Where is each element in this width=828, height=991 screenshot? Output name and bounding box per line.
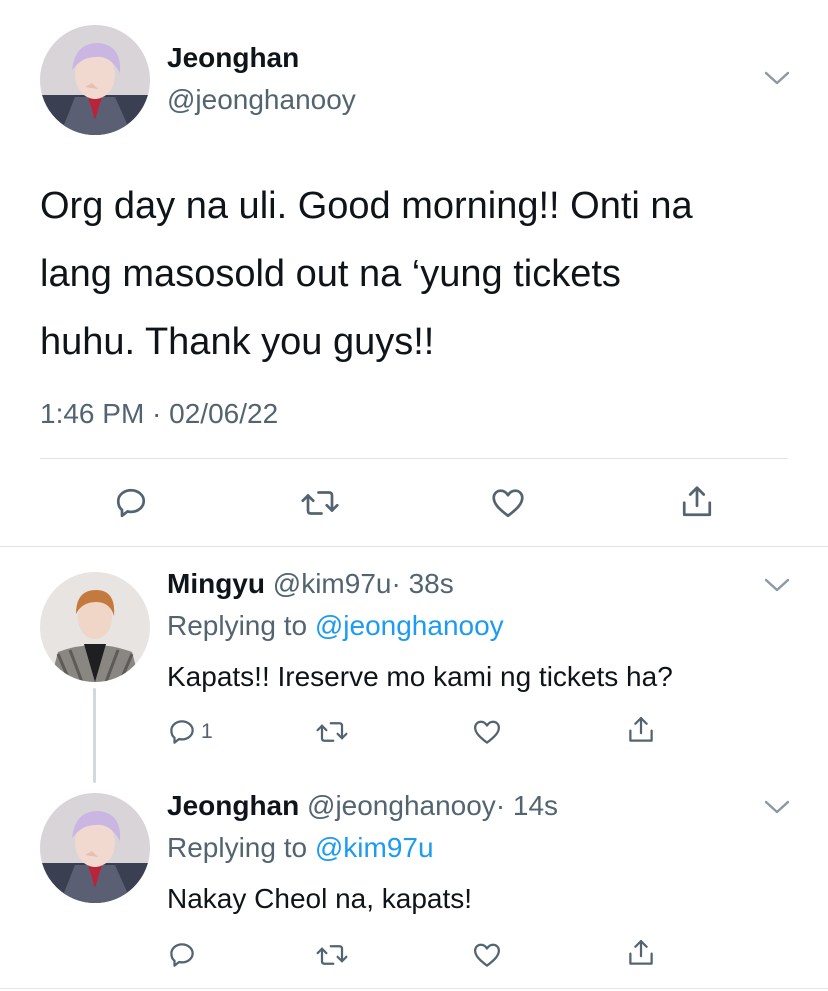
reply-icon (116, 488, 146, 518)
reply-icon (170, 720, 194, 744)
reply-button[interactable]: 1 (167, 717, 213, 747)
timestamp[interactable]: 1:46 PM · 02/06/22 (40, 398, 278, 430)
author-handle[interactable]: @jeonghanooy (307, 790, 496, 821)
replying-to-label: Replying to (167, 610, 308, 641)
retweet-button[interactable] (315, 717, 349, 747)
avatar[interactable] (40, 25, 150, 135)
reply-icon (170, 943, 194, 967)
reply-count: 1 (201, 720, 213, 743)
divider (0, 546, 828, 547)
avatar-photo (40, 25, 150, 135)
tweet-age[interactable]: · 14s (496, 790, 558, 821)
replying-to-label: Replying to (167, 832, 308, 863)
reply-button[interactable] (113, 485, 149, 521)
tweet-text-line: lang masosold out na ‘yung tickets (40, 253, 621, 295)
retweet-button[interactable] (315, 940, 349, 970)
avatar[interactable] (40, 793, 150, 903)
heart-icon (474, 720, 500, 744)
author-handle[interactable]: @jeonghanooy (167, 84, 356, 116)
reply-text: Nakay Cheol na, kapats! (167, 883, 473, 914)
tweet-text-line: Org day na uli. Good morning!! Onti na (40, 185, 693, 227)
divider (40, 458, 788, 459)
chevron-down-icon[interactable] (762, 68, 792, 88)
divider (0, 988, 828, 989)
heart-icon (474, 943, 500, 967)
thread-connector (93, 688, 96, 783)
share-button[interactable] (626, 937, 656, 969)
retweet-icon (316, 945, 348, 965)
reply-button[interactable] (167, 940, 197, 970)
reply-header: Mingyu @kim97u· 38s (167, 568, 454, 600)
avatar-photo (40, 793, 150, 903)
tweet-age[interactable]: · 38s (391, 568, 453, 599)
author-name[interactable]: Jeonghan (167, 42, 299, 74)
replying-to-link[interactable]: @jeonghanooy (315, 610, 504, 641)
replying-to: Replying to @kim97u (167, 832, 434, 864)
reply-header: Jeonghan @jeonghanooy· 14s (167, 790, 558, 822)
share-icon (629, 717, 653, 742)
author-name[interactable]: Jeonghan (167, 790, 299, 821)
reply-text: Kapats!! Ireserve mo kami ng tickets ha? (167, 661, 673, 692)
retweet-button[interactable] (300, 485, 340, 521)
share-button[interactable] (679, 483, 715, 521)
author-name[interactable]: Mingyu (167, 568, 265, 599)
chevron-down-icon[interactable] (762, 575, 792, 595)
retweet-icon (301, 491, 339, 515)
tweet-text-line: huhu. Thank you guys!! (40, 321, 435, 363)
tweet-text: Org day na uli. Good morning!! Onti na l… (40, 172, 693, 376)
avatar[interactable] (40, 572, 150, 682)
heart-icon (492, 489, 524, 518)
like-button[interactable] (472, 940, 502, 970)
share-icon (629, 940, 653, 965)
author-handle[interactable]: @kim97u (273, 568, 392, 599)
share-button[interactable] (626, 714, 656, 746)
avatar-photo (40, 572, 150, 682)
replying-to-link[interactable]: @kim97u (315, 832, 434, 863)
chevron-down-icon[interactable] (762, 797, 792, 817)
share-icon (682, 486, 712, 517)
like-button[interactable] (490, 485, 526, 521)
retweet-icon (316, 722, 348, 742)
replying-to: Replying to @jeonghanooy (167, 610, 504, 642)
like-button[interactable] (472, 717, 502, 747)
